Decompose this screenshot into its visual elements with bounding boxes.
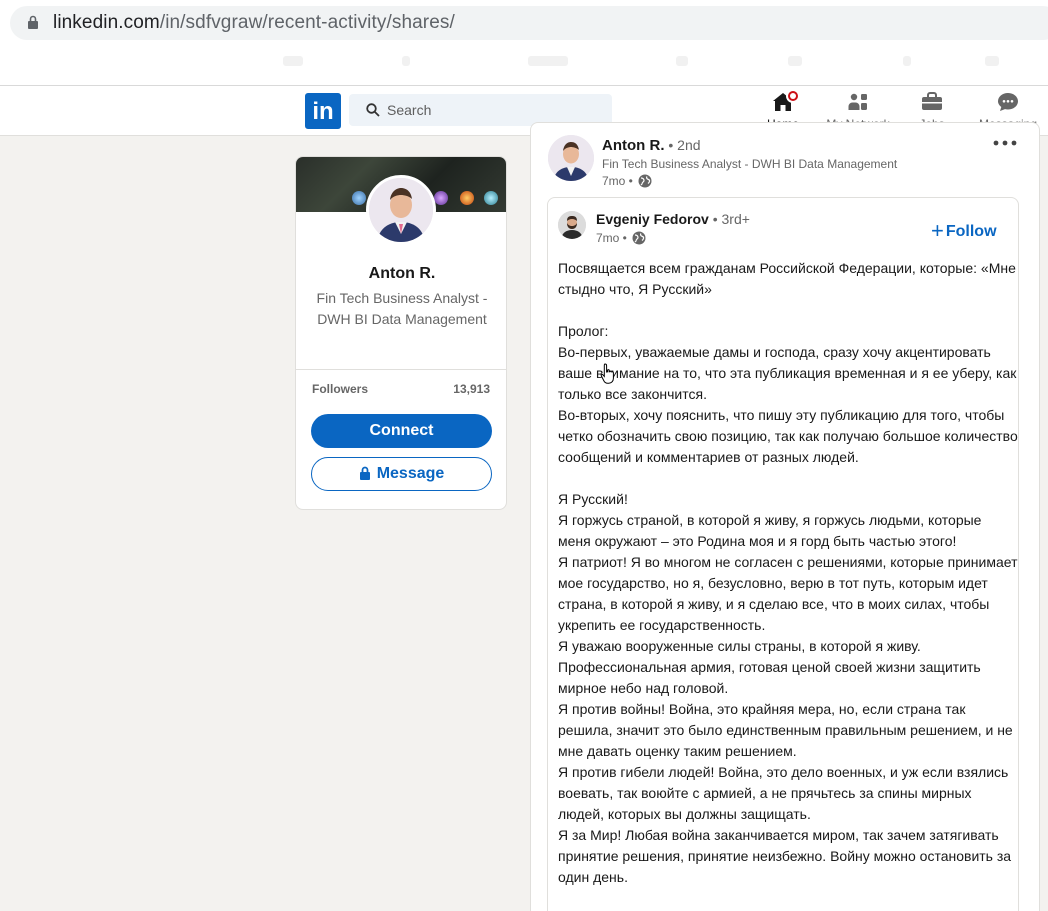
bookmark-item[interactable]	[985, 56, 999, 66]
feed-post: Anton R. • 2nd Fin Tech Business Analyst…	[530, 122, 1040, 911]
post-timestamp: 7mo •	[602, 174, 652, 188]
message-button-label: Message	[376, 465, 445, 482]
url-text[interactable]: linkedin.com/in/sdfvgraw/recent-activity…	[53, 12, 455, 34]
post-author-headline: Fin Tech Business Analyst - DWH BI Data …	[602, 157, 898, 171]
shared-post: Evgeniy Fedorov • 3rd+ 7mo • + Follow Пос…	[547, 197, 1019, 911]
notification-badge	[786, 89, 800, 103]
cover-decoration	[460, 191, 474, 205]
shared-time-text: 7mo •	[596, 231, 627, 245]
person-photo	[369, 178, 433, 242]
globe-icon	[638, 174, 652, 188]
more-options-icon[interactable]	[991, 135, 1019, 151]
post-text-content: Посвящается всем гражданам Российской Фе…	[558, 260, 1018, 885]
search-icon	[366, 103, 380, 117]
bookmark-item[interactable]	[283, 56, 303, 66]
globe-icon	[632, 231, 646, 245]
follow-button[interactable]: + Follow	[931, 218, 997, 244]
bookmark-item[interactable]	[528, 56, 568, 66]
bookmarks-bar	[0, 46, 1048, 84]
post-author-degree: • 2nd	[668, 137, 701, 153]
message-button[interactable]: Message	[311, 457, 492, 491]
network-icon	[848, 93, 867, 110]
messaging-icon	[998, 93, 1018, 111]
post-author-avatar[interactable]	[548, 135, 594, 181]
lock-icon	[359, 466, 370, 480]
url-host: linkedin.com	[53, 12, 160, 33]
post-author-line: Anton R. • 2nd	[602, 137, 701, 154]
bookmark-item[interactable]	[903, 56, 911, 66]
browser-toolbar: linkedin.com/in/sdfvgraw/recent-activity…	[0, 0, 1048, 86]
shared-author-avatar[interactable]	[558, 211, 586, 239]
profile-headline: Fin Tech Business Analyst - DWH BI Data …	[316, 290, 488, 327]
bookmark-item[interactable]	[402, 56, 410, 66]
cover-decoration	[484, 191, 498, 205]
plus-icon: +	[931, 218, 944, 243]
cover-decoration	[352, 191, 366, 205]
post-author-name[interactable]: Anton R.	[602, 137, 664, 154]
cover-decoration	[434, 191, 448, 205]
follow-button-label: Follow	[945, 223, 997, 240]
profile-name[interactable]: Anton R.	[296, 265, 506, 283]
divider	[296, 369, 506, 370]
post-text: Посвящается всем гражданам Российской Фе…	[558, 258, 1018, 888]
shared-author-line: Evgeniy Fedorov • 3rd+	[596, 211, 750, 227]
followers-count: 13,913	[453, 382, 490, 396]
shared-author-name[interactable]: Evgeniy Fedorov	[596, 211, 709, 227]
linkedin-logo[interactable]: in	[305, 93, 341, 129]
person-photo	[558, 211, 586, 239]
shared-timestamp: 7mo •	[596, 231, 646, 245]
person-photo	[548, 135, 594, 181]
profile-card: Anton R. Fin Tech Business Analyst - DWH…	[295, 156, 507, 510]
lock-icon	[28, 15, 38, 29]
hand-cursor-icon	[600, 363, 614, 384]
profile-avatar[interactable]	[366, 175, 436, 245]
url-path: /in/sdfvgraw/recent-activity/shares/	[159, 12, 455, 33]
followers-label: Followers	[312, 382, 369, 396]
post-time-text: 7mo •	[602, 174, 633, 188]
bookmark-item[interactable]	[788, 56, 802, 66]
bookmark-item[interactable]	[676, 56, 688, 66]
shared-author-degree: • 3rd+	[712, 211, 750, 227]
connect-button[interactable]: Connect	[311, 414, 492, 448]
briefcase-icon	[922, 92, 942, 110]
